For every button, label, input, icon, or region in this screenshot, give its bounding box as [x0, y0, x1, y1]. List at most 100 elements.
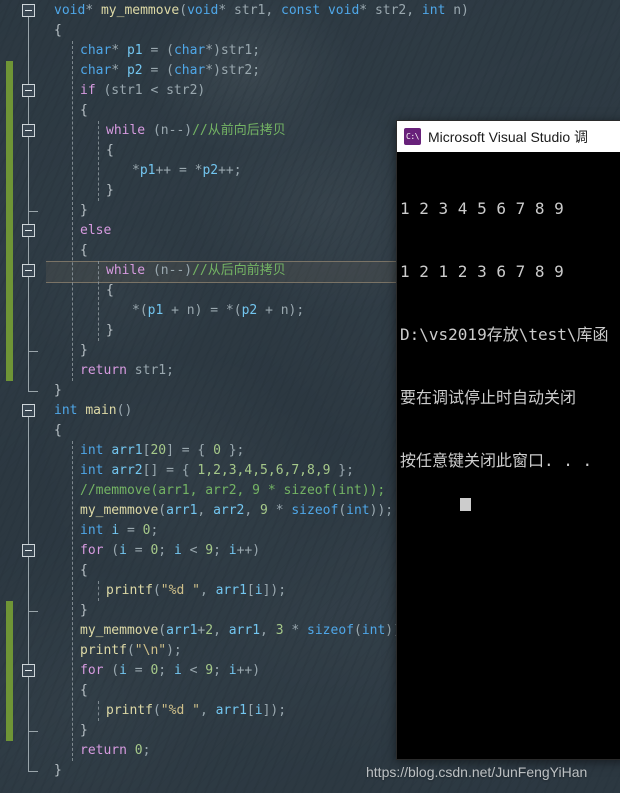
code-line[interactable]: {	[80, 101, 88, 121]
code-line[interactable]: printf("%d ", arr1[i]);	[106, 581, 286, 601]
outline-region-end-tick	[28, 771, 38, 772]
code-line[interactable]: my_memmove(arr1, arr2, 9 * sizeof(int));	[80, 501, 393, 521]
collapse-region-icon[interactable]	[22, 264, 35, 277]
code-token: (n--)	[145, 123, 193, 138]
code-line[interactable]: {	[80, 561, 88, 581]
code-token: ,	[199, 703, 216, 718]
code-token: ;	[158, 663, 174, 678]
saved-change-indicator	[6, 601, 13, 741]
code-token: {	[80, 683, 88, 698]
collapse-region-icon[interactable]	[22, 224, 35, 237]
console-title-bar[interactable]: C:\ Microsoft Visual Studio 调	[397, 121, 620, 152]
code-token: ++)	[236, 663, 261, 678]
code-line[interactable]: int i = 0;	[80, 521, 158, 541]
code-token: ++;	[218, 163, 242, 178]
code-token: sizeof	[307, 623, 354, 638]
code-line[interactable]: }	[80, 201, 88, 221]
code-token: p2	[241, 303, 258, 318]
code-token: ,	[213, 623, 229, 638]
console-window[interactable]: C:\ Microsoft Visual Studio 调 1 2 3 4 5 …	[396, 120, 620, 760]
code-line[interactable]: //memmove(arr1, arr2, 9 * sizeof(int));	[80, 481, 385, 501]
code-token: }	[54, 383, 62, 398]
code-line[interactable]: {	[80, 241, 88, 261]
code-line[interactable]: for (i = 0; i < 9; i++)	[80, 541, 260, 561]
code-token: p2	[202, 163, 219, 178]
code-line[interactable]: {	[54, 21, 62, 41]
code-token: p1	[147, 303, 164, 318]
code-token: arr1	[111, 443, 143, 458]
code-token: ;	[213, 663, 229, 678]
code-line[interactable]: }	[106, 181, 114, 201]
code-line[interactable]: while (n--)//从后向前拷贝	[106, 261, 286, 281]
code-line[interactable]: return 0;	[80, 741, 150, 761]
code-token: int	[54, 403, 78, 418]
code-token: };	[330, 463, 354, 478]
code-line[interactable]: char* p2 = (char*)str2;	[80, 61, 260, 81]
code-line[interactable]: }	[80, 341, 88, 361]
code-token: i	[119, 663, 127, 678]
code-line[interactable]: my_memmove(arr1+2, arr1, 3 * sizeof(int)…	[80, 621, 409, 641]
collapse-region-icon[interactable]	[22, 84, 35, 97]
code-line[interactable]: while (n--)//从前向后拷贝	[106, 121, 286, 141]
code-token: str1;	[126, 363, 174, 378]
code-token: 9	[205, 663, 214, 678]
code-line[interactable]: printf("\n");	[80, 641, 182, 661]
code-line[interactable]: }	[54, 761, 62, 781]
code-token: (	[179, 3, 188, 18]
code-line[interactable]: if (str1 < str2)	[80, 81, 205, 101]
code-token: char	[173, 63, 206, 78]
code-token: *	[267, 503, 292, 518]
code-line[interactable]: }	[106, 321, 114, 341]
indent-guide	[98, 121, 99, 201]
code-token: }	[54, 763, 62, 778]
code-line[interactable]: int arr1[20] = { 0 };	[80, 441, 244, 461]
code-line[interactable]: return str1;	[80, 361, 174, 381]
code-token: (	[158, 503, 167, 518]
code-token: *	[132, 163, 140, 178]
code-line[interactable]: int arr2[] = { 1,2,3,4,5,6,7,8,9 };	[80, 461, 354, 481]
code-line[interactable]: {	[106, 141, 114, 161]
editor-gutter[interactable]	[0, 0, 46, 793]
code-token: {	[106, 143, 114, 158]
code-line[interactable]: printf("%d ", arr1[i]);	[106, 701, 286, 721]
code-token: }	[80, 203, 88, 218]
collapse-region-icon[interactable]	[22, 4, 35, 17]
code-token: p2	[126, 63, 143, 78]
code-token: else	[80, 223, 112, 238]
code-token: *(	[132, 303, 148, 318]
code-line[interactable]: for (i = 0; i < 9; i++)	[80, 661, 260, 681]
code-line[interactable]: *(p1 + n) = *(p2 + n);	[132, 301, 304, 321]
code-token: }	[80, 343, 88, 358]
code-line[interactable]: char* p1 = (char*)str1;	[80, 41, 260, 61]
code-token: ));	[369, 503, 394, 518]
code-token: ,	[197, 503, 214, 518]
code-token: *)str2;	[205, 63, 261, 78]
code-line[interactable]: }	[80, 601, 88, 621]
collapse-region-icon[interactable]	[22, 124, 35, 137]
code-token: {	[54, 23, 62, 38]
code-token: [	[246, 583, 255, 598]
code-token: =	[119, 523, 143, 538]
code-token: }	[80, 723, 88, 738]
code-line[interactable]: }	[54, 381, 62, 401]
code-token: my_memmove	[80, 623, 159, 638]
collapse-region-icon[interactable]	[22, 544, 35, 557]
code-token: *	[111, 63, 127, 78]
code-line[interactable]: void* my_memmove(void* str1, const void*…	[54, 1, 469, 21]
collapse-region-icon[interactable]	[22, 664, 35, 677]
code-token: return	[80, 363, 127, 378]
code-token: <	[181, 663, 206, 678]
code-line[interactable]: {	[54, 421, 62, 441]
console-cursor	[459, 498, 471, 511]
code-token: ;	[213, 543, 229, 558]
code-token: + n) = *(	[163, 303, 242, 318]
code-line[interactable]: }	[80, 721, 88, 741]
indent-guide	[98, 261, 99, 341]
code-line[interactable]: *p1++ = *p2++;	[132, 161, 242, 181]
code-line[interactable]: int main()	[54, 401, 132, 421]
collapse-region-icon[interactable]	[22, 404, 35, 417]
console-output: 1 2 3 4 5 6 7 8 9 1 2 1 2 3 6 7 8 9 D:\v…	[397, 152, 620, 537]
code-line[interactable]: {	[80, 681, 88, 701]
code-line[interactable]: {	[106, 281, 114, 301]
code-line[interactable]: else	[80, 221, 111, 241]
